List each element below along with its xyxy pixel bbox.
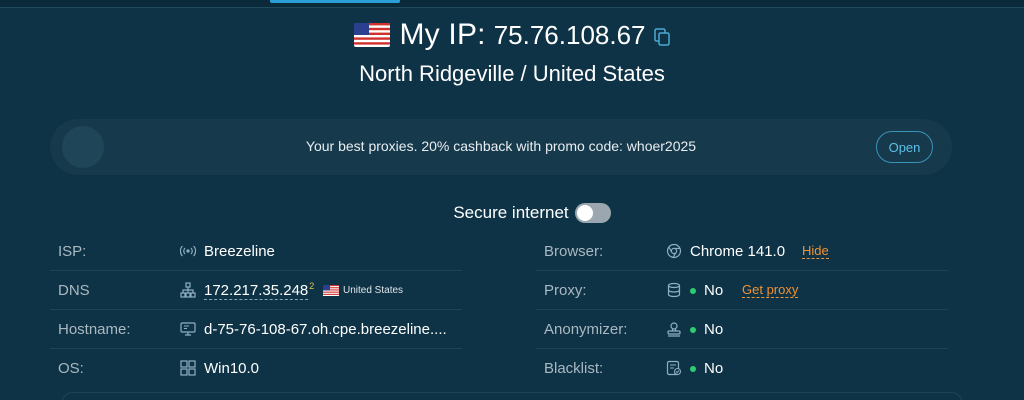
os-row: OS: Win10.0: [50, 349, 462, 388]
bottom-panel: [62, 392, 962, 400]
hide-browser-link[interactable]: Hide: [802, 243, 829, 259]
secure-internet-row: Secure internet: [0, 203, 1024, 223]
active-tab-indicator: [270, 0, 400, 3]
top-nav-strip: [0, 0, 1024, 8]
us-flag-small-icon: [323, 285, 339, 296]
anonymizer-value: No: [704, 320, 724, 338]
connection-info-left: ISP: Breezeline DNS 172.217.35.2482 Unit…: [50, 232, 462, 388]
secure-internet-label: Secure internet: [453, 203, 569, 222]
ip-label: My IP:: [399, 18, 486, 51]
dns-country: United States: [343, 284, 404, 296]
hostname-value: d-75-76-108-67.oh.cpe.breezeline....: [204, 320, 447, 338]
proxy-row: Proxy: No Get proxy: [536, 271, 948, 310]
dns-ip: 172.217.35.248: [204, 282, 309, 300]
browser-label: Browser:: [544, 242, 604, 260]
us-flag-icon: [354, 23, 391, 47]
secure-internet-toggle[interactable]: [574, 203, 611, 223]
blacklist-value: No: [704, 360, 724, 377]
browser-value: Chrome 141.0: [690, 242, 786, 260]
broadcast-icon: [180, 245, 196, 257]
isp-label: ISP:: [58, 242, 87, 260]
anonymizer-row: Anonymizer: No: [536, 310, 948, 349]
isp-row: ISP: Breezeline: [50, 232, 462, 271]
blacklist-label: Blacklist:: [544, 360, 604, 377]
proxy-value: No: [704, 281, 724, 299]
dns-row: DNS 172.217.35.2482 United States: [50, 271, 462, 310]
monitor-icon: [180, 322, 196, 336]
network-icon: [180, 282, 196, 298]
proxy-status-dot: [690, 288, 696, 294]
promo-banner: Your best proxies. 20% cashback with pro…: [50, 119, 952, 175]
user-stamp-icon: [667, 322, 681, 337]
anonymizer-status-dot: [690, 327, 696, 333]
chrome-icon: [666, 243, 682, 259]
dns-value[interactable]: 172.217.35.2482: [204, 281, 315, 300]
blacklist-status-dot: [690, 366, 696, 372]
windows-icon: [180, 360, 196, 376]
promo-open-button[interactable]: Open: [876, 131, 933, 163]
os-value: Win10.0: [204, 360, 260, 377]
database-icon: [667, 282, 681, 298]
promo-text: Your best proxies. 20% cashback with pro…: [305, 138, 697, 154]
copy-icon[interactable]: [653, 28, 670, 46]
dns-label: DNS: [58, 281, 90, 299]
ip-heading: My IP: 75.76.108.67: [0, 18, 1024, 52]
connection-info-right: Browser: Chrome 141.0 Hide Proxy: No Get…: [536, 232, 948, 388]
list-check-icon: [666, 360, 682, 376]
toggle-knob: [576, 205, 593, 221]
hostname-label: Hostname:: [58, 320, 131, 338]
hostname-row: Hostname: d-75-76-108-67.oh.cpe.breezeli…: [50, 310, 462, 349]
blacklist-row: Blacklist: No: [536, 349, 948, 388]
get-proxy-link[interactable]: Get proxy: [742, 282, 799, 298]
location-text: North Ridgeville / United States: [359, 61, 665, 86]
proxy-label: Proxy:: [544, 281, 587, 299]
browser-row: Browser: Chrome 141.0 Hide: [536, 232, 948, 271]
os-label: OS:: [58, 360, 84, 377]
ip-address: 75.76.108.67: [493, 19, 646, 50]
dns-count: 2: [309, 281, 315, 291]
isp-value: Breezeline: [204, 242, 275, 260]
anonymizer-label: Anonymizer:: [544, 320, 628, 338]
